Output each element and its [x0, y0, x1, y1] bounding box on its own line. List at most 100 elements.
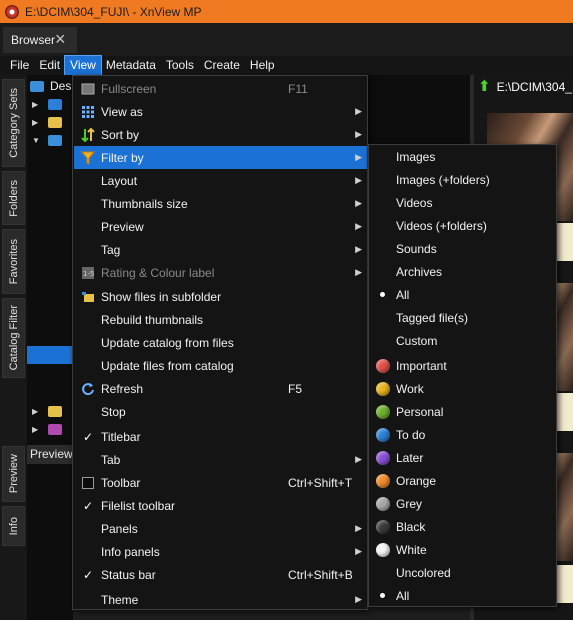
menu-item-label: Stop	[101, 404, 126, 419]
menu-file[interactable]: File	[0, 56, 34, 75]
side-tab-preview[interactable]: Preview	[2, 446, 25, 502]
filter-item-videos[interactable]: Videos	[370, 191, 556, 214]
filter-item-uncolored[interactable]: Uncolored	[370, 561, 556, 584]
view-menu-dropdown: Fullscreen F11 View as ▶ Sort by ▶ Filte…	[72, 75, 368, 610]
tree-row[interactable]: ▶	[27, 114, 62, 130]
filter-item-all-colors[interactable]: All	[370, 584, 556, 607]
menu-item-label: Rebuild thumbnails	[101, 312, 204, 327]
menu-item-thumbnails-size[interactable]: Thumbnails size ▶	[74, 192, 367, 215]
menu-item-shortcut: F5	[288, 381, 303, 396]
submenu-arrow-icon: ▶	[355, 221, 362, 231]
side-tab-label: Info	[7, 516, 20, 536]
side-tab-strip: Category Sets Folders Favorites Catalog …	[0, 75, 27, 620]
menu-edit[interactable]: Edit	[34, 56, 65, 75]
filter-item-sounds[interactable]: Sounds	[370, 237, 556, 260]
subfolder-icon	[80, 289, 96, 305]
menu-metadata[interactable]: Metadata	[101, 56, 161, 75]
submenu-arrow-icon: ▶	[355, 198, 362, 208]
filter-item-images[interactable]: Images	[370, 145, 556, 168]
side-tab-info[interactable]: Info	[2, 506, 25, 546]
color-label-white-icon	[376, 542, 390, 557]
expand-arrow-icon[interactable]: ▶	[32, 100, 42, 109]
menu-item-update-files-from-catalog[interactable]: Update files from catalog	[74, 354, 367, 377]
preview-panel: Preview	[27, 445, 73, 620]
menu-item-label: Filter by	[101, 150, 144, 165]
filter-by-submenu: Images Images (+folders) Videos Videos (…	[368, 144, 557, 607]
menu-item-rebuild-thumbnails[interactable]: Rebuild thumbnails	[74, 308, 367, 331]
filter-item-orange[interactable]: Orange	[370, 469, 556, 492]
filter-item-tagged-files[interactable]: Tagged file(s)	[370, 306, 556, 329]
menu-item-toolbar[interactable]: Toolbar Ctrl+Shift+T	[74, 471, 367, 494]
filter-item-custom[interactable]: Custom	[370, 329, 556, 352]
menu-item-filelist-toolbar[interactable]: ✓ Filelist toolbar	[74, 494, 367, 517]
color-label-red-icon	[376, 358, 390, 373]
menu-item-fullscreen[interactable]: Fullscreen F11	[74, 77, 367, 100]
side-tab-folders[interactable]: Folders	[2, 171, 25, 225]
tree-row[interactable]: Desk	[27, 78, 77, 94]
filter-item-grey[interactable]: Grey	[370, 492, 556, 515]
address-path[interactable]: E:\DCIM\304_FUJI\	[497, 80, 573, 94]
menu-item-label: Update files from catalog	[101, 358, 234, 373]
menu-create[interactable]: Create	[199, 56, 245, 75]
menu-item-theme[interactable]: Theme ▶	[74, 588, 367, 611]
menu-item-label: Titlebar	[101, 429, 141, 444]
filter-item-personal[interactable]: Personal	[370, 400, 556, 423]
filter-item-archives[interactable]: Archives	[370, 260, 556, 283]
filter-item-white[interactable]: White	[370, 538, 556, 561]
filter-item-black[interactable]: Black	[370, 515, 556, 538]
tree-row[interactable]: ▼	[27, 132, 62, 148]
side-tab-category-sets[interactable]: Category Sets	[2, 79, 25, 167]
menu-item-titlebar[interactable]: ✓ Titlebar	[74, 425, 367, 448]
go-up-arrow-icon[interactable]: ⬆	[478, 79, 491, 95]
menu-item-sort-by[interactable]: Sort by ▶	[74, 123, 367, 146]
menu-item-refresh[interactable]: Refresh F5	[74, 377, 367, 400]
menu-help[interactable]: Help	[245, 56, 280, 75]
menu-item-tag[interactable]: Tag ▶	[74, 238, 367, 261]
menu-item-view-as[interactable]: View as ▶	[74, 100, 367, 123]
menu-item-label: Theme	[101, 592, 139, 607]
filter-item-videos-folders[interactable]: Videos (+folders)	[370, 214, 556, 237]
filter-item-work[interactable]: Work	[370, 377, 556, 400]
menu-item-update-catalog-from-files[interactable]: Update catalog from files	[74, 331, 367, 354]
tree-row[interactable]: ▶	[27, 403, 62, 419]
menu-item-stop[interactable]: Stop	[74, 400, 367, 423]
menu-view[interactable]: View	[64, 55, 102, 76]
side-tab-favorites[interactable]: Favorites	[2, 229, 25, 294]
menu-item-show-files-in-subfolder[interactable]: Show files in subfolder	[74, 285, 367, 308]
filter-item-important[interactable]: Important	[370, 354, 556, 377]
tree-row[interactable]: ▶	[27, 421, 62, 437]
expand-arrow-icon[interactable]: ▶	[32, 407, 42, 416]
checkmark-icon: ✓	[82, 498, 94, 513]
expand-arrow-icon[interactable]: ▶	[32, 118, 42, 127]
preview-panel-tab[interactable]: Preview	[27, 445, 73, 464]
view-as-icon	[80, 104, 96, 120]
close-icon[interactable]: ×	[55, 30, 71, 48]
submenu-arrow-icon: ▶	[355, 454, 362, 464]
menu-item-panels[interactable]: Panels ▶	[74, 517, 367, 540]
tab-label: Browser	[11, 33, 56, 47]
filter-item-later[interactable]: Later	[370, 446, 556, 469]
collapse-arrow-icon[interactable]: ▼	[32, 136, 42, 145]
menu-item-label: White	[396, 542, 427, 557]
menu-item-preview[interactable]: Preview ▶	[74, 215, 367, 238]
expand-arrow-icon[interactable]: ▶	[32, 425, 42, 434]
menu-item-tab[interactable]: Tab ▶	[74, 448, 367, 471]
menu-item-status-bar[interactable]: ✓ Status bar Ctrl+Shift+B	[74, 563, 367, 586]
address-bar[interactable]: ⬆ E:\DCIM\304_FUJI\	[474, 75, 573, 99]
menu-item-label: Toolbar	[101, 475, 141, 490]
filter-item-images-folders[interactable]: Images (+folders)	[370, 168, 556, 191]
menu-item-layout[interactable]: Layout ▶	[74, 169, 367, 192]
menu-item-label: Videos (+folders)	[396, 218, 487, 233]
menu-tools[interactable]: Tools	[161, 56, 199, 75]
tab-browser[interactable]: Browser ×	[3, 27, 77, 53]
submenu-arrow-icon: ▶	[355, 106, 362, 116]
cloud-icon	[48, 98, 62, 110]
tree-row[interactable]: ▶	[27, 96, 62, 112]
filter-item-to-do[interactable]: To do	[370, 423, 556, 446]
side-tab-catalog-filter[interactable]: Catalog Filter	[2, 298, 25, 378]
menu-item-label: Status bar	[101, 567, 156, 582]
menu-item-rating-colour-label[interactable]: 1-5 Rating & Colour label ▶	[74, 261, 367, 284]
menu-item-filter-by[interactable]: Filter by ▶	[74, 146, 367, 169]
filter-item-all[interactable]: All	[370, 283, 556, 306]
menu-item-info-panels[interactable]: Info panels ▶	[74, 540, 367, 563]
